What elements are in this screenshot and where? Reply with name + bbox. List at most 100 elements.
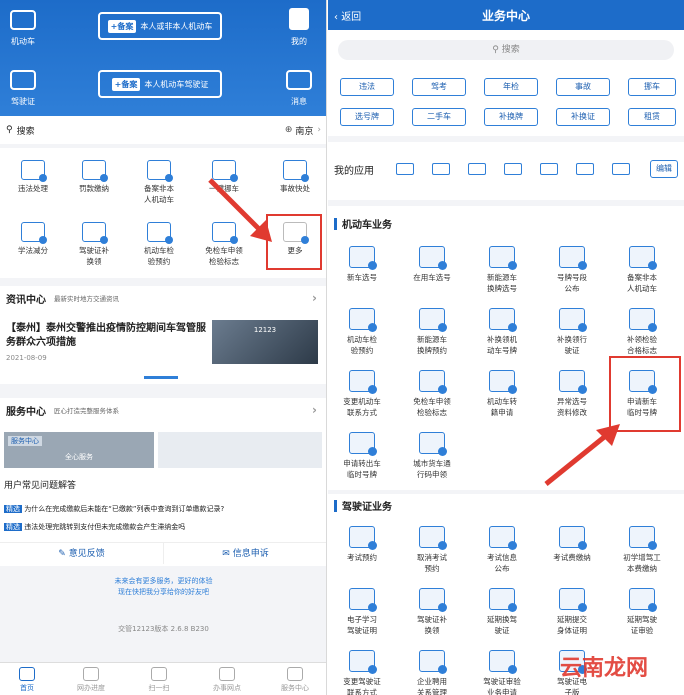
tab-service[interactable]: 服务中心 [268, 663, 322, 693]
category-button[interactable]: 补换牌 [484, 108, 538, 126]
news-title: 资讯中心 [6, 294, 46, 306]
share-prompt[interactable]: 未来会有更多服务，更好的体验 现在快把我分享给你的好友吧 [0, 576, 326, 598]
news-header[interactable]: 资讯中心 最新实时地方交通资讯 › [0, 286, 326, 310]
service-item[interactable]: 补领检验 合格标志 [612, 308, 672, 356]
payment-icon [629, 526, 657, 550]
app-shortcut-icon[interactable] [504, 163, 522, 175]
service-item[interactable]: 考试信息 公布 [472, 526, 532, 574]
item-label: 城市货车通 行码申领 [413, 459, 451, 479]
service-item[interactable]: 延期提交 身体证明 [542, 588, 602, 636]
category-button[interactable]: 驾考 [412, 78, 466, 96]
app-shortcut-icon[interactable] [468, 163, 486, 175]
news-subtitle: 最新实时地方交通资讯 [54, 295, 119, 303]
service-item[interactable]: 企业聘用 关系管理 [402, 650, 462, 695]
study-icon [21, 222, 47, 244]
city-selector[interactable]: 南京 [295, 124, 313, 137]
service-item[interactable]: 异常选号 资料修改 [542, 370, 602, 418]
category-button[interactable]: 年检 [484, 78, 538, 96]
grid-label: 罚款缴纳 [79, 184, 109, 193]
tab-outlets[interactable]: 办事网点 [200, 663, 254, 693]
grid-item[interactable]: 罚款缴纳 [64, 160, 124, 194]
service-item[interactable]: 补换领机 动车号牌 [472, 308, 532, 356]
feedback-button[interactable]: ✎ 意见反馈 [0, 543, 164, 564]
service-item[interactable]: 考试费缴纳 [542, 526, 602, 563]
service-item[interactable]: 驾驶证审验 业务申请 [472, 650, 532, 695]
news-headline[interactable]: 【泰州】泰州交警推出疫情防控期间车驾管服务群众六项措施 [6, 322, 206, 350]
service-item[interactable]: 考试预约 [332, 526, 392, 563]
complaint-label: 信息申诉 [232, 549, 269, 559]
badge-icon [629, 308, 657, 332]
item-label: 机动车转 籍申请 [487, 397, 517, 417]
service-item[interactable]: 延期驾驶 证审验 [612, 588, 672, 636]
service-item[interactable]: 变更机动车 联系方式 [332, 370, 392, 418]
category-button[interactable]: 补换证 [556, 108, 610, 126]
service-item[interactable]: 驾驶证补 换领 [402, 588, 462, 636]
service-header[interactable]: 服务中心 匠心打造完整服务体系 › [0, 398, 326, 422]
search-input[interactable]: ⚲ 搜索 [338, 40, 674, 60]
search-bar[interactable]: ⚲ 搜索 ⊕ 南京 › [0, 116, 326, 144]
tab-progress[interactable]: 网办进度 [64, 663, 118, 693]
service-item[interactable]: 补换领行 驶证 [542, 308, 602, 356]
service-item[interactable]: 备案非本 人机动车 [612, 246, 672, 294]
document-icon [147, 160, 173, 182]
service-banner[interactable]: 服务中心 全心服务 [4, 432, 154, 468]
service-item[interactable]: 机动车检 验预约 [332, 308, 392, 356]
mine-entry[interactable]: 我的 [276, 8, 322, 47]
faq-item[interactable]: 精选 为什么在完成缴款后未能在“已缴款”列表中查询到订单缴款记录? [4, 504, 324, 514]
vehicle-entry[interactable]: 机动车 [0, 10, 46, 47]
app-shortcut-icon[interactable] [540, 163, 558, 175]
carousel-dots [144, 376, 178, 379]
edit-button[interactable]: 编辑 [650, 160, 678, 178]
service-item[interactable]: 申请转出车 临时号牌 [332, 432, 392, 480]
app-shortcut-icon[interactable] [396, 163, 414, 175]
back-button[interactable]: ‹ 返回 [334, 8, 361, 23]
service-item[interactable]: 延期换驾 驶证 [472, 588, 532, 636]
service-item[interactable]: 电子学习 驾驶证明 [332, 588, 392, 636]
faq-question: 违法处理完跳转到支付但未完成缴款会产生滞纳金吗 [24, 523, 186, 531]
grid-item[interactable]: 驾驶证补 换领 [64, 222, 124, 267]
message-entry[interactable]: 消息 [276, 70, 322, 107]
exempt-icon [419, 370, 447, 394]
service-item[interactable]: 取消考试 预约 [402, 526, 462, 574]
service-item[interactable]: 初学增驾工 本费缴纳 [612, 526, 672, 574]
service-item[interactable]: 新车选号 [332, 246, 392, 283]
grid-item[interactable]: 学法减分 [3, 222, 63, 256]
category-button[interactable]: 二手车 [412, 108, 466, 126]
plate-icon [349, 432, 377, 456]
grid-item[interactable]: 机动车检 验预约 [129, 222, 189, 267]
news-thumbnail[interactable]: 12123 [212, 320, 318, 364]
complaint-button[interactable]: ✉ 信息申诉 [164, 543, 326, 564]
business-center-screen: ‹ 返回 业务中心 ⚲ 搜索 违法 驾考 年检 事故 挪车 选号牌 二手车 补换… [328, 0, 684, 695]
category-button[interactable]: 租赁 [628, 108, 676, 126]
service-item[interactable]: 变更驾驶证 联系方式 [332, 650, 392, 695]
service-item[interactable]: 免检车申领 检验标志 [402, 370, 462, 418]
grid-item[interactable]: 违法处理 [3, 160, 63, 194]
register-vehicle-button[interactable]: +备案 本人或非本人机动车 [98, 12, 222, 40]
item-label: 变更驾驶证 联系方式 [343, 677, 381, 695]
service-item[interactable]: 新能源车 换牌选号 [472, 246, 532, 294]
license-entry[interactable]: 驾驶证 [0, 70, 46, 107]
category-button[interactable]: 挪车 [628, 78, 676, 96]
license-business-section: 驾驶证业务 考试预约 取消考试 预约 考试信息 公布 考试费缴纳 初学增驾工 本… [328, 494, 684, 695]
faq-question: 为什么在完成缴款后未能在“已缴款”列表中查询到订单缴款记录? [24, 505, 225, 513]
faq-item[interactable]: 精选 违法处理完跳转到支付但未完成缴款会产生滞纳金吗 [4, 522, 324, 532]
category-button[interactable]: 选号牌 [340, 108, 394, 126]
grid-item[interactable]: 备案非本 人机动车 [129, 160, 189, 205]
tab-label: 服务中心 [281, 684, 309, 692]
tab-scan[interactable]: 扫一扫 [132, 663, 186, 693]
category-button[interactable]: 事故 [556, 78, 610, 96]
license-label: 驾驶证 [11, 97, 35, 106]
register-license-button[interactable]: +备案 本人机动车驾驶证 [98, 70, 222, 98]
service-item[interactable]: 号牌号段 公布 [542, 246, 602, 294]
item-label: 申请转出车 临时号牌 [343, 459, 381, 479]
service-item[interactable]: 城市货车通 行码申领 [402, 432, 462, 480]
faq-title[interactable]: 用户常见问题解答 [4, 478, 76, 491]
service-item[interactable]: 在用车选号 [402, 246, 462, 283]
app-shortcut-icon[interactable] [576, 163, 594, 175]
service-item[interactable]: 新能源车 换牌预约 [402, 308, 462, 356]
category-button[interactable]: 违法 [340, 78, 394, 96]
service-item[interactable]: 机动车转 籍申请 [472, 370, 532, 418]
app-shortcut-icon[interactable] [432, 163, 450, 175]
app-shortcut-icon[interactable] [612, 163, 630, 175]
tab-home[interactable]: 首页 [0, 663, 54, 693]
